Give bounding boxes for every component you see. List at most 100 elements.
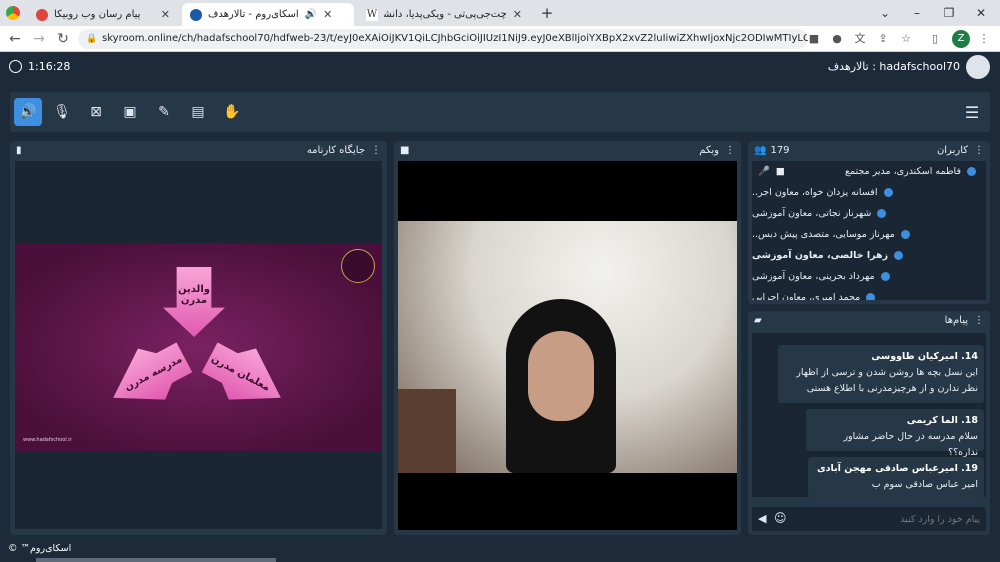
new-tab-button[interactable]: +: [538, 4, 556, 22]
message-composer: ◀ ☺: [752, 507, 986, 531]
camera-active-icon: ■: [775, 166, 785, 177]
main-menu-button[interactable]: ☰: [958, 98, 986, 126]
camera-in-use-icon[interactable]: ■: [806, 31, 822, 47]
user-icon: [900, 230, 910, 239]
panel-options-icon[interactable]: ⋮: [974, 145, 984, 156]
skyroom-favicon-icon: [190, 8, 202, 21]
user-icon: [967, 167, 976, 176]
user-name: فاطمه اسکندری، مدیر مجتمع: [844, 166, 961, 177]
user-name: مهرناز موسایی، متصدی پیش دبس..: [752, 229, 895, 240]
room-title: hadafschool70 : تالارهدف: [827, 60, 960, 73]
slide-footer-url: www.hadafschool.ir: [23, 437, 72, 443]
webcam-panel-title: وبکم: [699, 144, 719, 156]
board-area: والدین مدرن مدرسه مدرن معلمان مدرن www.h…: [15, 161, 382, 529]
url-input[interactable]: 🔒 skyroom.online/ch/hadafschool70/hdfweb…: [78, 29, 808, 49]
close-tab-icon[interactable]: ✕: [323, 8, 332, 21]
panel-options-icon[interactable]: ⋮: [371, 145, 381, 156]
user-item[interactable]: مهرداد بحرینی، معاون آموزشی: [752, 266, 986, 287]
camera-toggle-button[interactable]: ⊠: [82, 98, 110, 126]
microphone-active-icon: 🎤: [758, 166, 770, 177]
translate-icon[interactable]: 文: [852, 31, 868, 47]
app-top-bar: 1:16:28 hadafschool70 : تالارهدف: [0, 52, 1000, 82]
microphone-toggle-button[interactable]: 🎙: [48, 98, 76, 126]
reload-icon[interactable]: ↻: [54, 30, 72, 48]
speaker-toggle-button[interactable]: 🔊: [14, 98, 42, 126]
url-text: skyroom.online/ch/hadafschool70/hdfweb-2…: [102, 33, 808, 44]
presentation-slide: والدین مدرن مدرسه مدرن معلمان مدرن www.h…: [15, 243, 382, 451]
message-item: 18. الما کریمی سلام مدرسه در حال حاضر مش…: [806, 409, 984, 458]
horizontal-scrollbar[interactable]: [36, 558, 276, 562]
classroom-toolbar: 🔊 🎙 ⊠ ▣ ✎ ▤ ✋ ☰: [10, 92, 990, 132]
messages-panel-title: پیام‌ها: [944, 314, 968, 326]
files-button[interactable]: ▤: [184, 98, 212, 126]
panel-options-icon[interactable]: ⋮: [725, 145, 735, 156]
wikipedia-favicon-icon: W: [366, 8, 378, 21]
tab-search-chevron-icon[interactable]: ⌄: [876, 4, 894, 22]
panel-options-icon[interactable]: ⋮: [974, 315, 984, 326]
browser-tab-bar: پیام رسان وب روبیکا ✕ اسکای‌روم - تالاره…: [0, 0, 1000, 26]
video-camera-icon: ■: [400, 144, 410, 156]
message-author: 14. امیرکیان طاووسی: [871, 351, 978, 362]
board-panel: ⋮ جایگاه کارنامه ▮ والدین مدرن مدرسه مدر…: [10, 141, 387, 535]
close-tab-icon[interactable]: ✕: [161, 8, 170, 21]
board-panel-title: جایگاه کارنامه: [306, 144, 365, 156]
emoji-icon[interactable]: ☺: [774, 511, 787, 525]
message-item: 19. امیرعباس صادقی مهجن آبادی امیر عباس …: [808, 457, 984, 497]
screen-share-button[interactable]: ▣: [116, 98, 144, 126]
users-group-icon: 👥: [754, 144, 767, 156]
session-timer: 1:16:28: [28, 60, 71, 73]
side-panel-icon[interactable]: ▯: [927, 31, 943, 47]
close-window-button[interactable]: ✕: [972, 4, 990, 22]
users-count: 179: [770, 144, 790, 156]
user-icon: [880, 272, 890, 281]
audio-playing-icon[interactable]: 🔊: [305, 9, 317, 20]
board-panel-header: ⋮ جایگاه کارنامه ▮: [10, 141, 387, 159]
browser-menu-icon[interactable]: ⋮: [976, 31, 992, 47]
webcam-video[interactable]: [398, 161, 737, 530]
profile-avatar[interactable]: Z: [952, 30, 970, 48]
rubika-favicon-icon: [36, 8, 48, 21]
back-arrow-icon[interactable]: ←: [6, 30, 24, 48]
clock-icon: [9, 60, 22, 73]
share-icon[interactable]: ⇪: [875, 31, 891, 47]
arrow-parents: والدین مدرن: [163, 267, 225, 337]
message-author: 18. الما کریمی: [906, 415, 978, 426]
bookmark-star-icon[interactable]: ☆: [898, 31, 914, 47]
raise-hand-button[interactable]: ✋: [218, 98, 246, 126]
tab-skyroom[interactable]: اسکای‌روم - تالارهدف 🔊 ✕: [182, 3, 354, 26]
restore-window-button[interactable]: ❐: [940, 4, 958, 22]
messages-panel: ⋮ پیام‌ها ▰ 14. امیرکیان طاووسی این نسل …: [748, 311, 990, 535]
whiteboard-brush-button[interactable]: ✎: [150, 98, 178, 126]
messages-list: 14. امیرکیان طاووسی این نسل بچه ها روشن …: [752, 333, 986, 497]
message-input[interactable]: [794, 510, 980, 528]
user-item[interactable]: فاطمه اسکندری، مدیر مجتمع 🎤 ■: [752, 161, 986, 182]
chrome-icon: [6, 6, 20, 20]
message-author: 19. امیرعباس صادقی مهجن آبادی: [816, 463, 978, 474]
file-icon: ▮: [16, 144, 22, 156]
webcam-frame: [398, 221, 737, 473]
tab-rubika[interactable]: پیام رسان وب روبیکا ✕: [28, 3, 178, 26]
arrow-modern-teachers: معلمان مدرن: [196, 331, 296, 421]
background-furniture: [398, 389, 456, 473]
webcam-panel: ⋮ وبکم ■: [394, 141, 741, 535]
user-item[interactable]: مهرناز موسایی، متصدی پیش دبس..: [752, 224, 986, 245]
messages-panel-header: ⋮ پیام‌ها ▰: [748, 311, 990, 329]
user-icon: [883, 188, 893, 197]
minimize-window-button[interactable]: –: [908, 4, 926, 22]
tab-wikipedia[interactable]: W چت‌جی‌پی‌تی - ویکی‌پدیا، دانشنامهٔ ✕: [358, 3, 530, 26]
lock-icon: 🔒: [86, 34, 98, 44]
user-item[interactable]: زهرا خالصی، معاون آموزشی: [752, 245, 986, 266]
message-text: امیر عباس صادقی سوم ب: [871, 479, 978, 490]
user-avatar[interactable]: [966, 55, 990, 79]
microphone-in-use-icon[interactable]: ●: [829, 31, 845, 47]
message-text: این نسل بچه ها روشن شدن و ترسی از اظهار …: [796, 367, 978, 394]
close-tab-icon[interactable]: ✕: [513, 8, 522, 21]
forward-arrow-icon[interactable]: →: [30, 30, 48, 48]
user-name: افسانه یزدان خواه، معاون اجر..: [752, 187, 878, 198]
users-list: فاطمه اسکندری، مدیر مجتمع 🎤 ■ افسانه یزدان…: [752, 161, 986, 300]
user-item[interactable]: افسانه یزدان خواه، معاون اجر..: [752, 182, 986, 203]
user-item[interactable]: محمد امیری، معاون اجرایی: [752, 287, 986, 300]
webcam-panel-header: ⋮ وبکم ■: [394, 141, 741, 159]
user-item[interactable]: شهرناز نجاتی، معاون آموزشی: [752, 203, 986, 224]
send-icon[interactable]: ◀: [758, 512, 766, 525]
